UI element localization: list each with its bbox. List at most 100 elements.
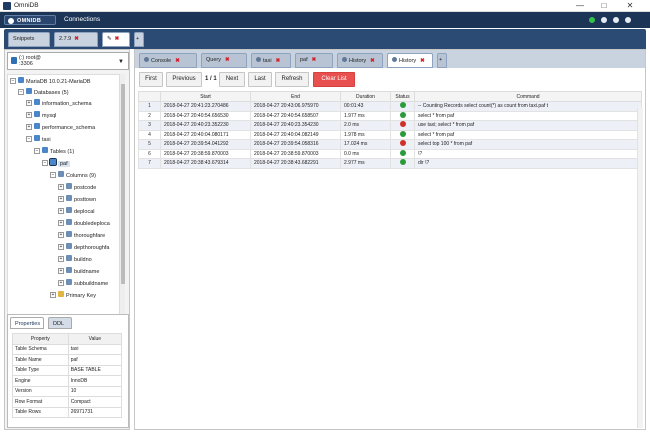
databases-icon bbox=[26, 88, 32, 94]
tab-connection-279[interactable]: 2.7.9 ✖ bbox=[54, 32, 98, 47]
minimize-button[interactable]: — bbox=[570, 0, 590, 12]
close-icon[interactable]: ✖ bbox=[225, 57, 230, 63]
add-inner-tab-button[interactable]: + bbox=[437, 53, 447, 68]
expand-icon[interactable]: + bbox=[58, 196, 64, 202]
tree-node-column[interactable]: + postcode bbox=[58, 183, 96, 192]
tree-node-mysql[interactable]: + mysql bbox=[26, 111, 56, 120]
tree-node-label: posttown bbox=[74, 197, 97, 203]
table-row[interactable]: 3 2018-04-27 20:40:23.352230 2018-04-27 20… bbox=[138, 120, 642, 131]
history-scrollbar[interactable] bbox=[637, 108, 643, 428]
expand-icon[interactable]: + bbox=[26, 100, 32, 106]
expand-icon[interactable]: + bbox=[58, 220, 64, 226]
tree-node-column[interactable]: + doubledeploca bbox=[58, 219, 110, 228]
tree-node-column[interactable]: + subbuildname bbox=[58, 279, 108, 288]
tree-node-column[interactable]: + thoroughfare bbox=[58, 231, 105, 240]
scrollbar-thumb[interactable] bbox=[121, 84, 125, 284]
table-row[interactable]: 4 2018-04-27 20:40:04.080171 2018-04-27 20… bbox=[138, 129, 642, 140]
tree-node-information-schema[interactable]: + information_schema bbox=[26, 99, 92, 108]
close-window-button[interactable]: ✕ bbox=[620, 0, 640, 12]
expand-icon[interactable]: − bbox=[42, 160, 48, 166]
expand-icon[interactable]: + bbox=[58, 268, 64, 274]
end-cell: 2018-04-27 20:40:04.082149 bbox=[250, 129, 341, 140]
status-error-icon bbox=[399, 140, 406, 147]
tree-node-paf[interactable]: − paf bbox=[42, 158, 70, 168]
history-icon bbox=[392, 57, 397, 62]
close-icon[interactable]: ✖ bbox=[115, 36, 120, 42]
tree-node-performance-schema[interactable]: + performance_schema bbox=[26, 123, 95, 132]
expand-icon[interactable]: + bbox=[50, 292, 56, 298]
user-icon[interactable] bbox=[613, 17, 619, 23]
last-page-button[interactable]: Last bbox=[248, 72, 272, 87]
status-success-icon bbox=[399, 130, 406, 137]
close-icon[interactable]: ✖ bbox=[276, 58, 281, 64]
end-cell: 2018-04-27 20:40:23.354230 bbox=[250, 120, 341, 131]
refresh-button[interactable]: Refresh bbox=[275, 72, 309, 87]
expand-icon[interactable]: − bbox=[10, 78, 16, 84]
tab-current-connection[interactable]: ✎ ✖ bbox=[102, 32, 130, 47]
info-icon[interactable] bbox=[625, 17, 631, 23]
command-cell: select * from paf bbox=[414, 110, 642, 121]
gear-icon[interactable] bbox=[601, 17, 607, 23]
maximize-button[interactable]: □ bbox=[594, 0, 614, 12]
tab-snippets[interactable]: Snippets bbox=[8, 32, 50, 47]
tree-node-tables[interactable]: − Tables (1) bbox=[34, 147, 74, 156]
tree-scrollbar[interactable] bbox=[119, 74, 125, 344]
expand-icon[interactable]: + bbox=[26, 124, 32, 130]
expand-icon[interactable]: + bbox=[58, 184, 64, 190]
tree-node-taxi[interactable]: − taxi bbox=[26, 135, 51, 144]
previous-page-button[interactable]: Previous bbox=[166, 72, 202, 87]
tab-ddl[interactable]: DDL bbox=[48, 317, 72, 329]
tree-node-server[interactable]: − MariaDB 10.0.21-MariaDB bbox=[10, 77, 91, 86]
expand-icon[interactable]: + bbox=[58, 232, 64, 238]
next-page-button[interactable]: Next bbox=[219, 72, 245, 87]
tree-node-column[interactable]: + buildno bbox=[58, 255, 92, 264]
tree-node-databases[interactable]: − Databases (5) bbox=[18, 88, 69, 97]
tab-properties[interactable]: Properties bbox=[10, 317, 44, 329]
connection-selector[interactable]: (:) root@:3306 ▼ bbox=[7, 52, 129, 70]
tab-history-2[interactable]: History ✖ bbox=[387, 53, 433, 68]
duration-cell: 17.024 ms bbox=[340, 139, 391, 150]
tree-node-column[interactable]: + posttown bbox=[58, 195, 96, 204]
close-icon[interactable]: ✖ bbox=[175, 58, 180, 64]
tree-node-primary-key[interactable]: + Primary Key bbox=[50, 291, 96, 300]
clear-list-button[interactable]: Clear List bbox=[313, 72, 355, 87]
table-row[interactable]: 5 2018-04-27 20:39:54.041292 2018-04-27 20… bbox=[138, 139, 642, 150]
tree-node-column[interactable]: + deplocal bbox=[58, 207, 95, 216]
close-icon[interactable]: ✖ bbox=[370, 58, 375, 64]
columns-icon bbox=[58, 171, 64, 177]
expand-icon[interactable]: + bbox=[58, 244, 64, 250]
table-row[interactable]: 1 2018-04-27 20:41:23.270486 2018-04-27 20… bbox=[138, 101, 642, 112]
expand-icon[interactable]: − bbox=[50, 172, 56, 178]
expand-icon[interactable]: + bbox=[58, 256, 64, 262]
add-tab-button[interactable]: + bbox=[134, 32, 144, 47]
expand-icon[interactable]: − bbox=[34, 148, 40, 154]
tab-history-1[interactable]: History ✖ bbox=[337, 53, 383, 68]
tab-query[interactable]: Query ✖ bbox=[201, 53, 247, 68]
close-icon[interactable]: ✖ bbox=[420, 58, 425, 64]
tree-node-columns[interactable]: − Columns (9) bbox=[50, 171, 96, 180]
connections-link[interactable]: Connections bbox=[64, 16, 100, 23]
expand-icon[interactable]: + bbox=[58, 208, 64, 214]
table-row[interactable]: 6 2018-04-27 20:38:59.870003 2018-04-27 20… bbox=[138, 148, 642, 159]
close-icon[interactable]: ✖ bbox=[74, 36, 79, 42]
table-row[interactable]: 7 2018-04-27 20:38:43.679314 2018-04-27 20… bbox=[138, 158, 642, 169]
tree-node-column[interactable]: + depthoroughfa bbox=[58, 243, 109, 252]
tree-node-column[interactable]: + buildname bbox=[58, 267, 99, 276]
tab-console[interactable]: Console ✖ bbox=[139, 53, 197, 68]
expand-icon[interactable]: − bbox=[18, 89, 24, 95]
brand-label: OMNIDB bbox=[17, 18, 42, 24]
expand-icon[interactable]: + bbox=[58, 280, 64, 286]
expand-icon[interactable]: + bbox=[26, 112, 32, 118]
expand-icon[interactable]: − bbox=[26, 136, 32, 142]
first-page-button[interactable]: First bbox=[139, 72, 163, 87]
tab-paf[interactable]: paf ✖ bbox=[295, 53, 333, 68]
start-cell: 2018-04-27 20:38:59.870003 bbox=[160, 148, 251, 159]
table-row: Version 10 bbox=[12, 385, 123, 397]
close-icon[interactable]: ✖ bbox=[312, 57, 317, 63]
tab-taxi[interactable]: taxi ✖ bbox=[251, 53, 291, 68]
status-cell bbox=[390, 158, 415, 169]
row-number: 6 bbox=[138, 148, 161, 159]
table-row[interactable]: 2 2018-04-27 20:40:54.656530 2018-04-27 20… bbox=[138, 110, 642, 121]
property-name: Table Rows bbox=[12, 406, 69, 418]
omnidb-logo[interactable]: OMNIDB bbox=[4, 15, 56, 25]
